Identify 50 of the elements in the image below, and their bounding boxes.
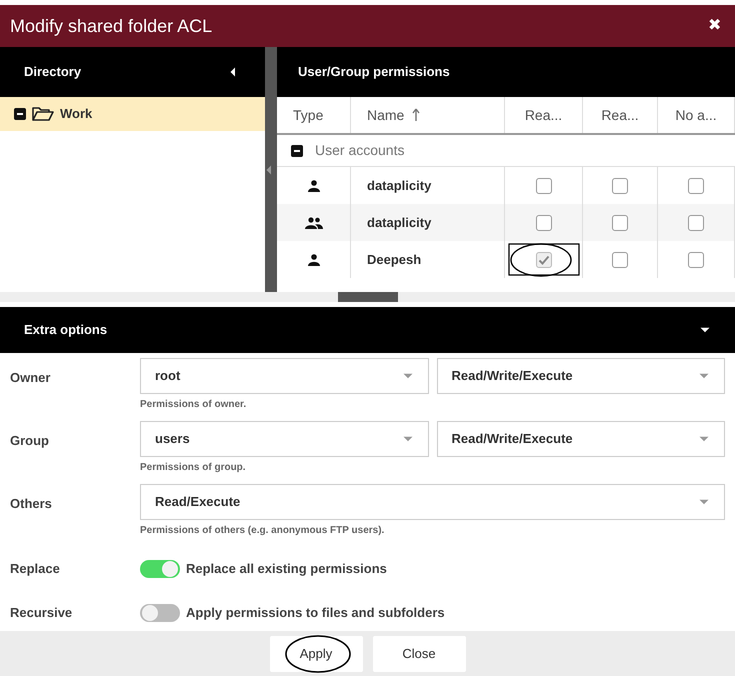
checkbox[interactable]	[688, 214, 704, 230]
select-field[interactable]: Read/Write/Execute	[436, 358, 725, 394]
users-icon	[304, 216, 322, 228]
collapse-icon[interactable]	[14, 108, 26, 120]
checkbox[interactable]	[688, 178, 704, 194]
select-field[interactable]: Read/Execute	[140, 484, 725, 520]
checkbox[interactable]	[612, 252, 628, 268]
field-hint: Permissions of others (e.g. anonymous FTP users).	[140, 524, 386, 538]
toggle-switch[interactable]	[140, 560, 180, 578]
column-header[interactable]: Rea...	[583, 97, 658, 133]
user-icon	[308, 254, 320, 266]
switch-label: Apply permissions to files and subfolders	[186, 604, 445, 622]
checkbox[interactable]	[612, 178, 628, 194]
column-header[interactable]: Rea...	[505, 97, 583, 133]
toggle-switch[interactable]	[140, 604, 180, 622]
panel-title: Directory	[24, 63, 82, 82]
close-button[interactable]: ✖	[704, 14, 725, 38]
checkbox[interactable]	[536, 178, 552, 194]
panel-title: User/Group permissions	[298, 63, 450, 82]
user-icon	[308, 180, 320, 192]
table-cell-text: Deepesh	[367, 250, 422, 269]
checkbox[interactable]	[536, 252, 552, 268]
scroll-handle[interactable]	[338, 292, 398, 302]
column-header[interactable]: Type	[277, 97, 351, 133]
field-label: Group	[10, 432, 50, 450]
select-field[interactable]: users	[140, 421, 428, 457]
column-header[interactable]: Name	[351, 97, 505, 133]
column-header[interactable]: No a...	[658, 97, 735, 133]
select-field[interactable]: root	[140, 358, 428, 394]
dialog-button[interactable]: Apply	[270, 636, 362, 672]
table-cell-text: dataplicity	[367, 214, 432, 232]
dialog-button[interactable]: Close	[372, 636, 466, 672]
field-label: Replace	[10, 560, 61, 578]
table-cell-text: dataplicity	[367, 176, 432, 195]
folder-icon	[32, 107, 54, 121]
field-hint: Permissions of group.	[140, 461, 247, 475]
switch-label: Replace all existing permissions	[186, 560, 387, 578]
checkbox[interactable]	[536, 214, 552, 230]
field-hint: Permissions of owner.	[140, 398, 248, 412]
tree-item[interactable]: Work	[0, 97, 265, 131]
field-label: Recursive	[10, 604, 74, 622]
window-title: Modify shared folder ACL	[10, 14, 212, 38]
field-label: Others	[10, 495, 53, 513]
section-header[interactable]: Extra options	[0, 307, 735, 353]
checkbox[interactable]	[688, 252, 704, 268]
collapse-icon[interactable]	[291, 144, 303, 156]
field-label: Owner	[10, 369, 52, 387]
select-field[interactable]: Read/Write/Execute	[436, 421, 725, 457]
sort-ascending-icon	[412, 108, 420, 122]
checkbox[interactable]	[612, 214, 628, 230]
